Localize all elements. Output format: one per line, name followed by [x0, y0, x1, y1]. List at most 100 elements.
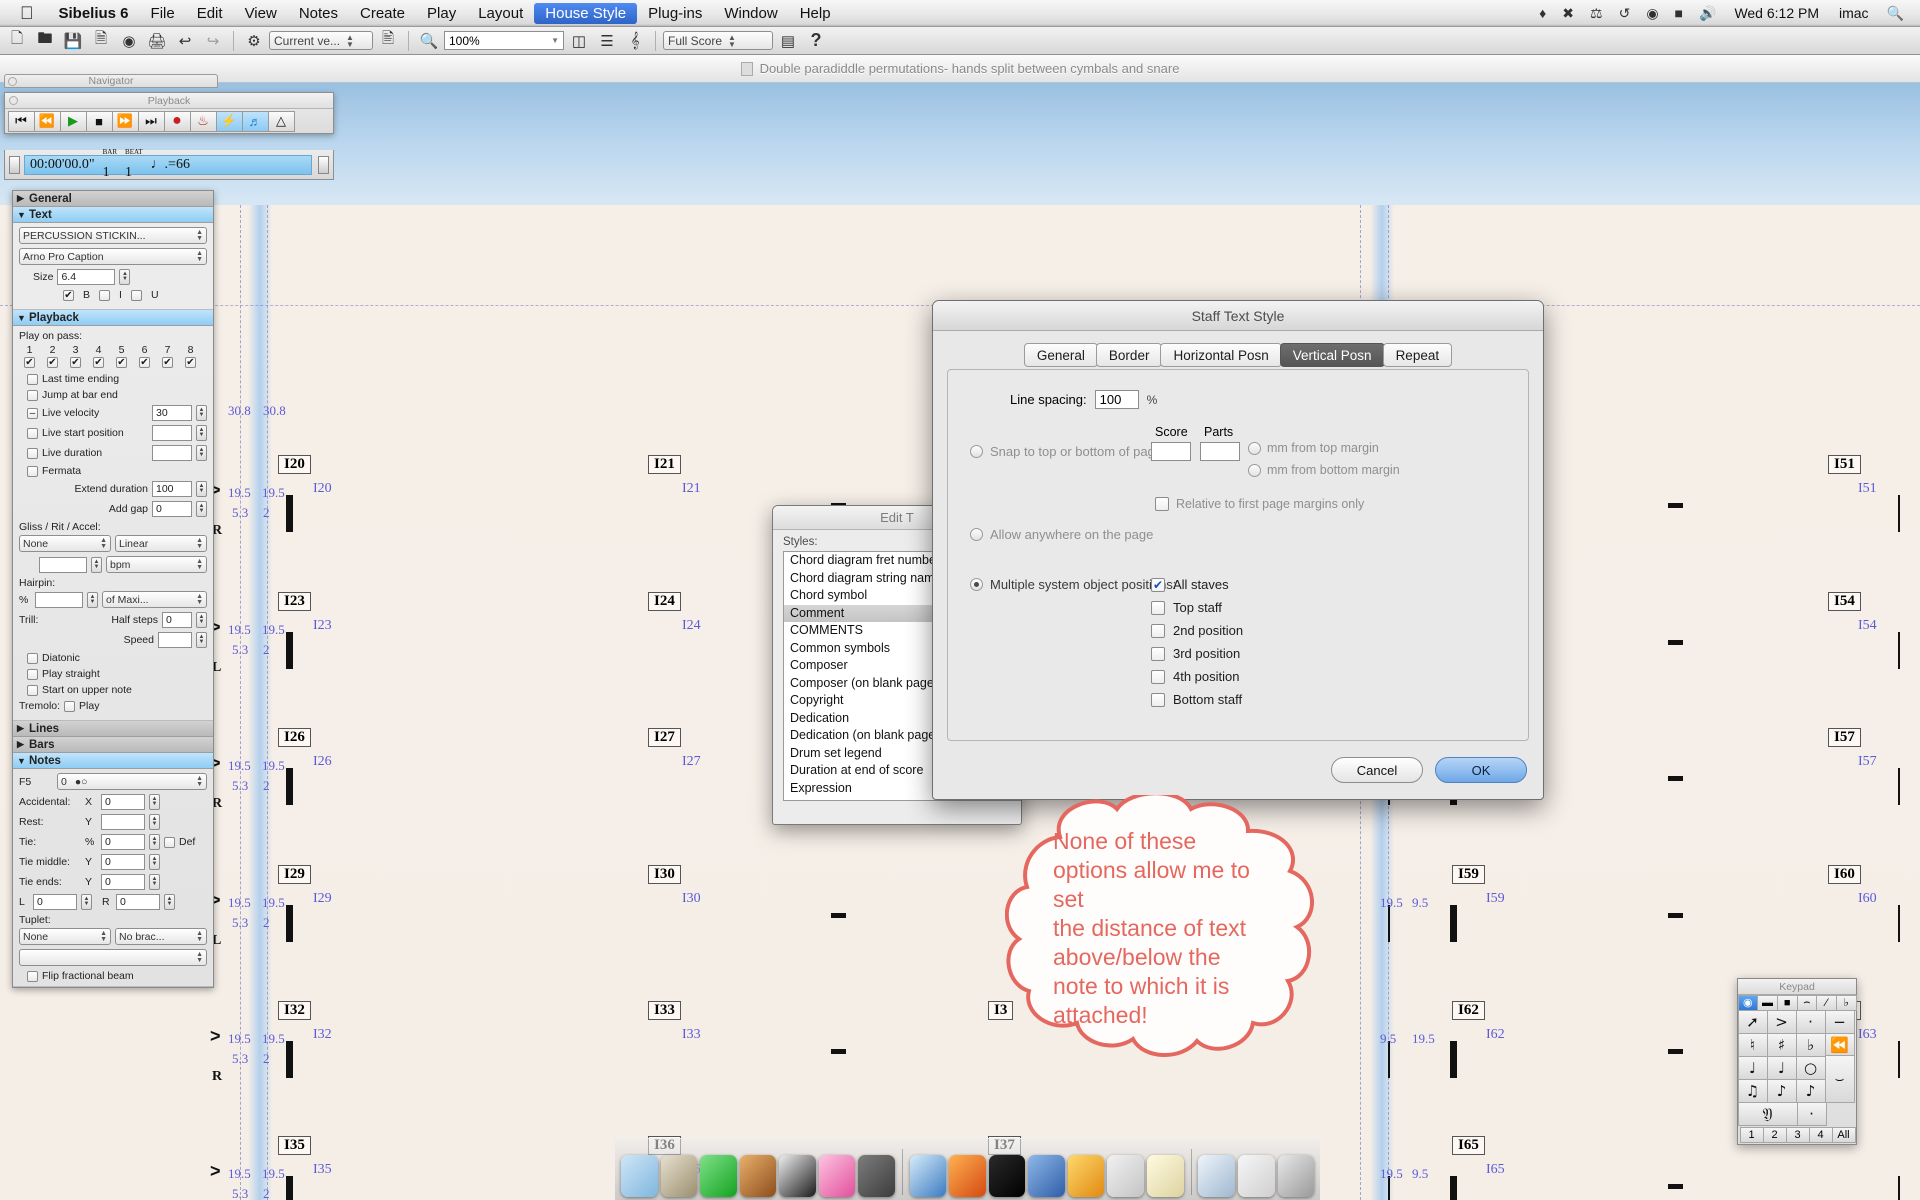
sticky-note-icon[interactable]: 🖹: [375, 29, 401, 53]
sync-icon[interactable]: ✖: [1554, 5, 1582, 22]
menu-item-house-style[interactable]: House Style: [534, 2, 638, 24]
properties-section-notes[interactable]: ▼ Notes: [13, 753, 213, 769]
pass-checkbox[interactable]: [42, 356, 63, 368]
magnifier-icon[interactable]: 🔍: [416, 29, 442, 53]
add-gap-input[interactable]: 0: [152, 501, 192, 517]
multiple-positions-radio[interactable]: [970, 578, 983, 591]
battery-icon[interactable]: ■: [1667, 5, 1691, 21]
pass-checkbox[interactable]: [65, 356, 86, 368]
cancel-button[interactable]: Cancel: [1331, 757, 1423, 783]
menu-item-create[interactable]: Create: [349, 3, 416, 24]
keypad-layout-3[interactable]: 3: [1785, 1126, 1810, 1143]
live-velocity-checkbox[interactable]: [27, 407, 38, 419]
allow-anywhere-row[interactable]: Allow anywhere on the page: [970, 527, 1153, 542]
underline-checkbox[interactable]: [130, 289, 142, 301]
pass-checkbox[interactable]: [157, 356, 178, 368]
chevron-down-icon[interactable]: ▼: [551, 36, 559, 45]
fast-forward-icon[interactable]: ⏩: [111, 110, 139, 132]
more-notes-icon[interactable]: ▬: [1757, 994, 1778, 1011]
position-checkbox[interactable]: [1151, 600, 1165, 615]
tuplet-bracket-select[interactable]: No brac... ▲ ▼: [115, 928, 207, 945]
16th-note-icon[interactable]: ♪: [1766, 1078, 1797, 1103]
bpm-input[interactable]: [39, 556, 87, 573]
wifi-icon[interactable]: ◉: [1638, 5, 1666, 22]
keypad-layout-all[interactable]: All: [1831, 1126, 1856, 1143]
zoom-input[interactable]: 100% ▼: [444, 31, 564, 50]
properties-section-bars[interactable]: ▶ Bars: [13, 737, 213, 753]
menu-item-play[interactable]: Play: [416, 3, 467, 24]
flat-icon[interactable]: ♭: [1795, 1032, 1826, 1057]
position-checkbox-row[interactable]: 4th position: [1151, 665, 1243, 688]
diatonic-checkbox[interactable]: [27, 652, 38, 664]
tie-l-input[interactable]: 0: [33, 894, 77, 910]
position-checkbox-row[interactable]: Bottom staff: [1151, 688, 1243, 711]
keypad-tab-row[interactable]: ◉ ▬ ■ ⌢ ∕ ♭: [1737, 994, 1857, 1011]
apple-icon[interactable]: : [8, 4, 48, 22]
print-icon[interactable]: 🖨: [144, 29, 170, 53]
save-as-icon[interactable]: 🗎: [88, 29, 114, 53]
cursor-icon[interactable]: ➚: [1737, 1009, 1768, 1034]
hairpin-pct-input[interactable]: [35, 591, 83, 608]
rewind-icon[interactable]: ⏪: [1824, 1032, 1855, 1057]
start-on-upper-note-checkbox[interactable]: [27, 684, 38, 696]
menu-item-view[interactable]: View: [234, 3, 288, 24]
menu-item-window[interactable]: Window: [713, 3, 788, 24]
tab-general[interactable]: General: [1023, 343, 1098, 367]
app-store-icon[interactable]: [660, 1155, 698, 1197]
music-icon[interactable]: [1067, 1155, 1105, 1197]
size-stepper[interactable]: ▲ ▼: [119, 269, 131, 285]
allow-anywhere-radio[interactable]: [970, 528, 983, 541]
close-icon[interactable]: [9, 96, 18, 105]
keypad-layout-2[interactable]: 2: [1762, 1126, 1787, 1143]
transport-controls[interactable]: ⏮ ⏪ ▶ ■ ⏩ ⏭ ● ♨ ⚡ ♬ △: [5, 109, 333, 133]
go-to-end-icon[interactable]: ⏭: [137, 110, 165, 132]
dialog-buttons[interactable]: Cancel OK: [1331, 757, 1527, 783]
flexi-time-icon[interactable]: ⚡: [215, 110, 243, 132]
snap-parts-input[interactable]: [1200, 442, 1240, 461]
jump-at-bar-end-checkbox[interactable]: [27, 389, 38, 401]
go-to-start-icon[interactable]: ⏮: [7, 110, 35, 132]
keypad-row-5[interactable]: 𝔜 ·: [1737, 1101, 1856, 1126]
text-style-select[interactable]: PERCUSSION STICKIN... ▲ ▼: [19, 227, 207, 244]
play-icon[interactable]: ▶: [59, 110, 87, 132]
accidental-input[interactable]: 0: [101, 794, 145, 810]
finder-icon[interactable]: [621, 1155, 658, 1197]
play-straight-checkbox[interactable]: [27, 668, 38, 680]
articulations-icon[interactable]: ⌢: [1796, 994, 1818, 1011]
tab-horizontal-posn[interactable]: Horizontal Posn: [1160, 343, 1282, 367]
panorama-icon[interactable]: ◫: [566, 29, 592, 53]
dropbox-icon[interactable]: ♦: [1531, 5, 1554, 21]
beams-icon[interactable]: ■: [1776, 994, 1798, 1011]
transposing-score-icon[interactable]: 𝄞: [622, 29, 648, 53]
keypad-bottom-tabs[interactable]: 1 2 3 4 All: [1738, 1125, 1856, 1144]
tie-ends-input[interactable]: 0: [101, 874, 145, 890]
extend-duration-input[interactable]: 100: [152, 481, 192, 497]
playback-window[interactable]: Playback ⏮ ⏪ ▶ ■ ⏩ ⏭ ● ♨ ⚡ ♬ △: [4, 92, 334, 134]
position-checkbox-row[interactable]: 3rd position: [1151, 642, 1243, 665]
menu-item-plugins[interactable]: Plug-ins: [637, 3, 713, 24]
dot-icon[interactable]: ·: [1796, 1101, 1827, 1126]
close-icon[interactable]: [8, 76, 17, 86]
itunes-icon[interactable]: [818, 1155, 856, 1197]
relative-to-first-page-row[interactable]: Relative to first page margins only: [1155, 497, 1364, 511]
live-velocity-stepper[interactable]: ▲ ▼: [196, 405, 207, 421]
export-icon[interactable]: ◉: [116, 29, 142, 53]
mm-from-top-row[interactable]: mm from top margin: [1248, 441, 1379, 455]
pass-checkbox[interactable]: [134, 356, 155, 368]
rest-icon[interactable]: 𝔜: [1737, 1101, 1798, 1126]
line-spacing-input[interactable]: 100: [1094, 390, 1139, 409]
firefox-icon[interactable]: [949, 1155, 986, 1197]
fermata-checkbox[interactable]: [27, 465, 38, 477]
timeline-handle[interactable]: [9, 155, 20, 174]
live-start-position-input[interactable]: [152, 425, 192, 441]
bluetooth-icon[interactable]: ⚖: [1582, 5, 1611, 22]
save-icon[interactable]: 💾: [60, 29, 86, 53]
tie-middle-input[interactable]: 0: [101, 854, 145, 870]
rewind-icon[interactable]: ⏪: [33, 110, 61, 132]
live-velocity-row[interactable]: Live velocity 30 ▲▼: [19, 405, 207, 421]
relative-to-first-page-checkbox[interactable]: [1155, 497, 1169, 511]
properties-section-text[interactable]: ▼ Text: [13, 207, 213, 223]
tie-middle-stepper[interactable]: ▲ ▼: [149, 854, 160, 870]
natural-icon[interactable]: ♮: [1737, 1032, 1768, 1057]
time-machine-icon[interactable]: ↺: [1611, 5, 1639, 22]
